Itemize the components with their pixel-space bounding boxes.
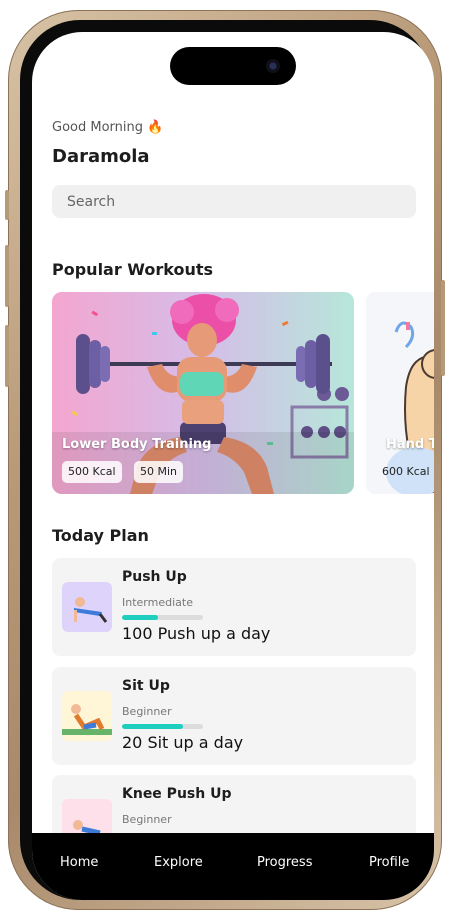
plan-item-title: Sit Up	[122, 678, 170, 694]
plan-progress-bar	[122, 724, 203, 729]
plan-item-level: Beginner	[122, 813, 172, 826]
tab-progress[interactable]: Progress	[257, 855, 312, 870]
today-plan-title: Today Plan	[52, 526, 149, 545]
user-name: Daramola	[52, 146, 150, 167]
plan-item-level: Beginner	[122, 705, 172, 718]
kcal-chip: 500 Kcal	[62, 461, 122, 483]
tab-explore[interactable]: Explore	[154, 855, 203, 870]
plan-item-sit-up[interactable]: Sit Up Beginner 20 Sit up a day	[52, 667, 416, 765]
kcal-chip: 600 Kcal	[382, 465, 430, 478]
plan-item-description: 20 Sit up a day	[122, 733, 244, 752]
greeting-text: Good Morning 🔥	[52, 120, 164, 135]
tab-profile[interactable]: Profile	[369, 855, 409, 870]
workout-card-hand[interactable]: Hand Training 600 Kcal	[366, 292, 434, 494]
duration-chip: 50 Min	[134, 461, 184, 483]
search-input[interactable]	[52, 185, 416, 218]
push-up-thumbnail	[62, 582, 112, 632]
volume-up-button	[5, 245, 9, 307]
tab-home[interactable]: Home	[60, 855, 98, 870]
popular-workouts-title: Popular Workouts	[52, 260, 214, 279]
plan-item-level: Intermediate	[122, 596, 193, 609]
phone-frame: Good Morning 🔥 Daramola Popular Workouts	[5, 10, 445, 910]
plan-item-title: Push Up	[122, 569, 187, 585]
workout-card-lower-body[interactable]: Lower Body Training 500 Kcal 50 Min	[52, 292, 354, 494]
power-button	[441, 280, 445, 376]
camera-icon	[266, 59, 280, 73]
plan-progress-bar	[122, 615, 203, 620]
dynamic-island	[170, 47, 296, 85]
plan-item-push-up[interactable]: Push Up Intermediate 100 Push up a day	[52, 558, 416, 656]
app-screen: Good Morning 🔥 Daramola Popular Workouts	[32, 32, 434, 900]
bottom-tab-bar: Home Explore Progress Profile	[32, 833, 434, 900]
workout-card-title: Lower Body Training	[62, 437, 212, 452]
plan-item-title: Knee Push Up	[122, 786, 232, 802]
plan-item-description: 100 Push up a day	[122, 624, 271, 643]
action-button	[5, 190, 9, 220]
volume-down-button	[5, 325, 9, 387]
workout-card-title: Hand Training	[386, 437, 434, 452]
sit-up-thumbnail	[62, 691, 112, 741]
